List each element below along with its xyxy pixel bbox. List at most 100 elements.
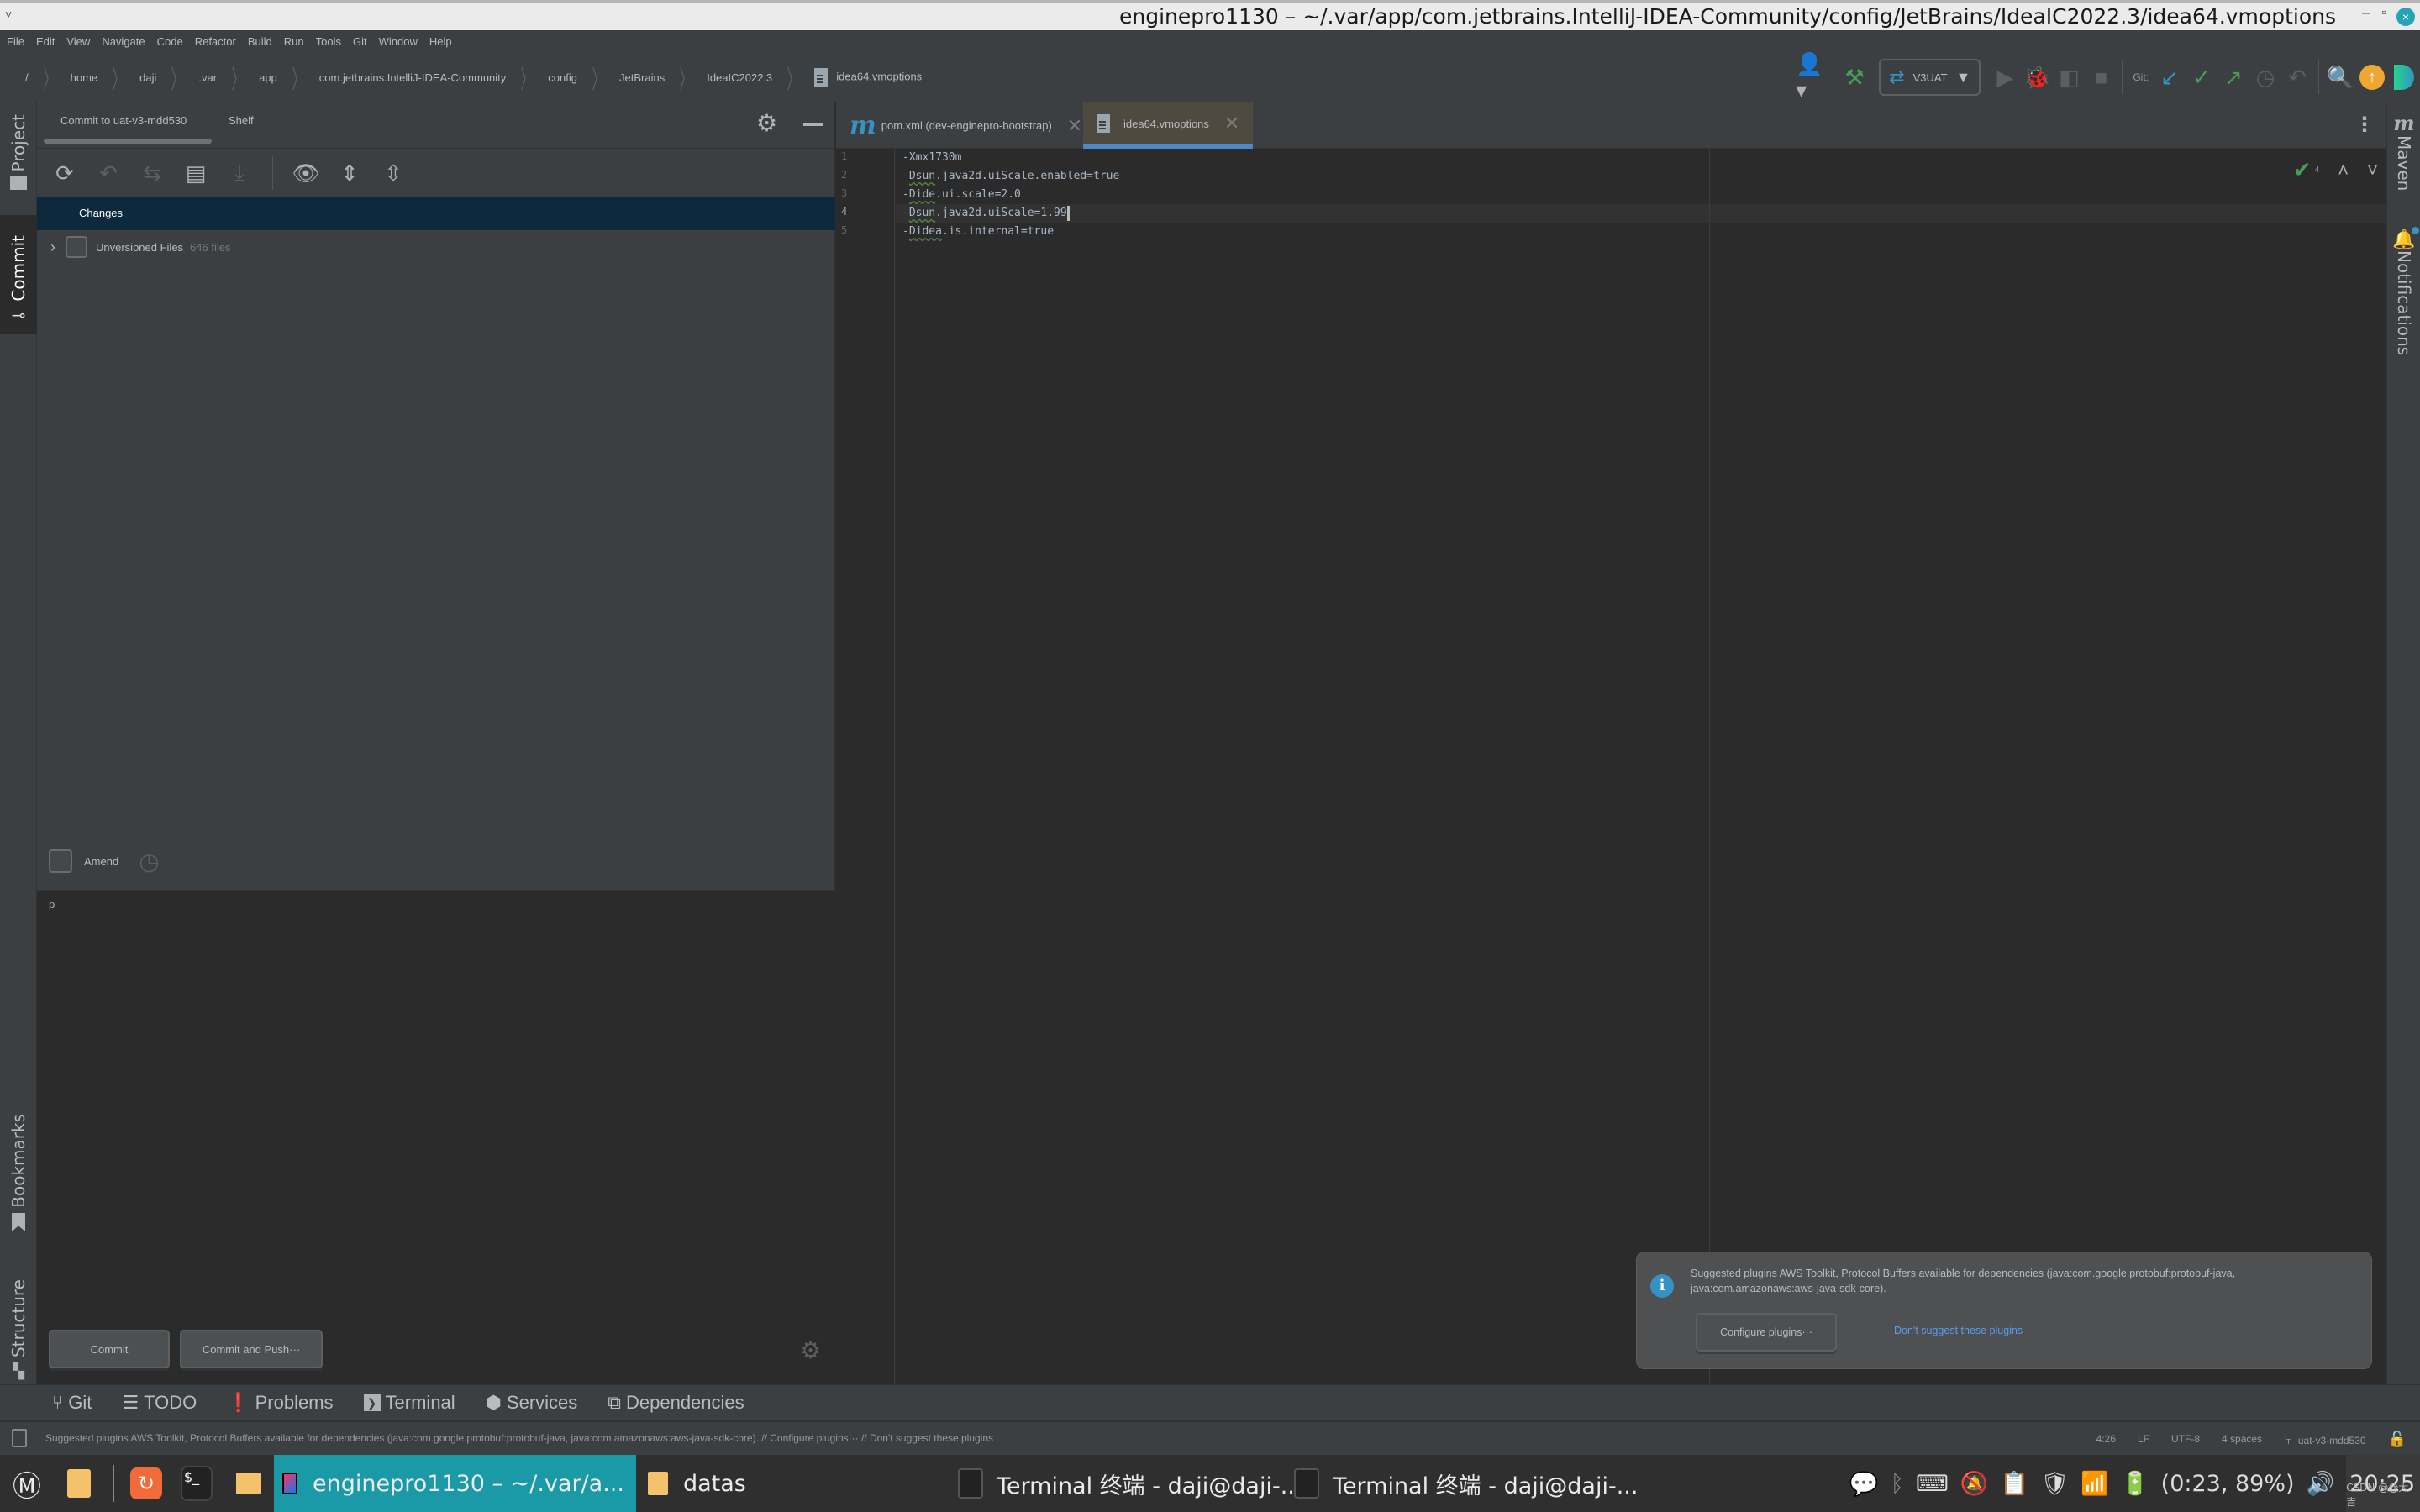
os-menu-logo-icon[interactable]: Ⓜ [0, 1455, 54, 1512]
toggle-tool-windows-icon[interactable] [12, 1429, 27, 1447]
clipboard-alert-icon[interactable]: 📋 [2001, 1470, 2029, 1497]
changelist-icon[interactable]: ▤ [180, 157, 212, 189]
window-menu-chevron-icon[interactable]: ˅ [5, 8, 12, 21]
commit-history-clock-icon[interactable]: ◷ [139, 848, 159, 875]
rollback-icon[interactable]: ↶ [92, 157, 124, 189]
breadcrumb-intellij[interactable]: com.jetbrains.IntelliJ-IDEA-Community [311, 71, 515, 84]
git-rollback-icon[interactable]: ↶ [2281, 61, 2313, 93]
menu-refactor[interactable]: Refactor [195, 35, 236, 48]
minimize-panel-icon[interactable] [803, 123, 823, 126]
taskbar-datas-window[interactable]: datas [636, 1455, 758, 1512]
breadcrumb-config[interactable]: config [539, 71, 586, 84]
amend-checkbox[interactable] [49, 849, 72, 873]
caret-position[interactable]: 4:26 [2096, 1433, 2116, 1445]
tab-shelf[interactable]: Shelf [229, 114, 254, 127]
menu-tools[interactable]: Tools [316, 35, 341, 48]
menu-git[interactable]: Git [353, 35, 367, 48]
breadcrumb-daji[interactable]: daji [131, 71, 165, 84]
commit-button[interactable]: Commit [49, 1330, 170, 1368]
taskbar-terminal-window-1[interactable]: Terminal 终端 - daji@daji-... [958, 1455, 1302, 1512]
tool-tab-bookmarks[interactable]: Bookmarks [0, 1110, 37, 1236]
minimize-button[interactable]: – [2362, 6, 2370, 21]
close-window-button[interactable]: × [2396, 8, 2415, 26]
configure-plugins-button[interactable]: Configure plugins··· [1696, 1313, 1837, 1352]
inspection-ok-check-icon[interactable]: ✔ [2293, 157, 2312, 183]
search-icon[interactable]: 🔍 [2324, 61, 2356, 93]
code-with-me-icon[interactable] [2388, 61, 2420, 93]
menu-window[interactable]: Window [379, 35, 418, 48]
tool-tab-dependencies[interactable]: ⧉ Dependencies [608, 1392, 744, 1414]
more-tabs-kebab-icon[interactable]: ⋮ [2354, 113, 2375, 137]
update-icon[interactable]: ↑ [2356, 61, 2388, 93]
tool-tab-problems[interactable]: ❗ Problems [227, 1392, 333, 1414]
build-hammer-icon[interactable]: ⚒ [1839, 61, 1870, 93]
breadcrumb-var[interactable]: .var [190, 71, 225, 84]
notifications-muted-bell-icon[interactable]: 🔕 [1960, 1470, 1989, 1497]
tool-tab-structure[interactable]: Structure ▚ [0, 1257, 37, 1383]
wechat-icon[interactable]: 💬 [1849, 1470, 1879, 1498]
tool-tab-notifications[interactable]: 🔔 Notifications [2387, 227, 2420, 355]
git-branch-widget[interactable]: ⑂ uat-v3-mdd530 [2284, 1431, 2366, 1448]
run-config-selector[interactable]: ⇄ V3UAT ▼ [1879, 59, 1981, 96]
unversioned-checkbox[interactable] [66, 236, 87, 258]
app-launcher-icon[interactable]: ↻ [123, 1455, 170, 1512]
breadcrumb-file[interactable]: idea64.vmoptions [806, 68, 930, 87]
stop-icon[interactable]: ■ [2085, 61, 2117, 93]
file-manager-launcher-icon[interactable] [224, 1455, 274, 1512]
menu-edit[interactable]: Edit [36, 35, 55, 48]
run-icon[interactable]: ▶ [1989, 61, 2021, 93]
clock[interactable]: 20:25 CSDN @@大吉 [2346, 1455, 2420, 1512]
taskbar-terminal-window-2[interactable]: Terminal 终端 - daji@daji-... [1294, 1455, 1638, 1512]
tab-pom-xml[interactable]: m pom.xml (dev-enginepro-bootstrap) ✕ [836, 102, 1096, 149]
account-icon[interactable]: 👤▾ [1796, 51, 1828, 102]
git-history-icon[interactable]: ◷ [2249, 61, 2281, 93]
collapse-all-icon[interactable]: ⇳ [377, 157, 409, 189]
code-editor[interactable]: -Xmx1730m -Dsun.java2d.uiScale.enabled=t… [896, 149, 2386, 1384]
view-options-eye-icon[interactable]: 👁 [290, 157, 322, 189]
bluetooth-icon[interactable]: ᛒ [1891, 1471, 1904, 1497]
close-tab-icon[interactable]: ✕ [1224, 113, 1239, 134]
taskbar-intellij-window[interactable]: enginepro1130 – ~/.var/a... [274, 1455, 636, 1512]
dont-suggest-link[interactable]: Don't suggest these plugins [1894, 1325, 2023, 1336]
security-shield-icon[interactable]: 🛡 [2040, 1470, 2069, 1497]
commit-message-input[interactable]: p Commit Commit and Push··· ⚙ [37, 890, 835, 1384]
tool-tab-commit[interactable]: Commit ⊸ [0, 215, 37, 334]
close-tab-icon[interactable]: ✕ [1067, 115, 1082, 137]
coverage-icon[interactable]: ◧ [2053, 61, 2085, 93]
changes-node[interactable]: Changes [37, 197, 835, 230]
menu-navigate[interactable]: Navigate [102, 35, 145, 48]
unversioned-files-node[interactable]: › Unversioned Files 646 files [37, 230, 835, 264]
menu-file[interactable]: File [7, 35, 24, 48]
breadcrumb-ideaic[interactable]: IdeaIC2022.3 [698, 71, 781, 84]
wifi-icon[interactable]: 📶 [2081, 1470, 2109, 1497]
menu-code[interactable]: Code [157, 35, 183, 48]
tab-commit[interactable]: Commit to uat-v3-mdd530 [60, 114, 187, 127]
menu-build[interactable]: Build [248, 35, 272, 48]
shelve-download-icon[interactable]: ⤓ [224, 157, 255, 189]
tool-tab-project[interactable]: Project [0, 102, 37, 197]
tool-tab-git[interactable]: ⑂ Git [52, 1392, 92, 1414]
expand-all-icon[interactable]: ⇕ [334, 157, 366, 189]
volume-icon[interactable]: 🔊 [2307, 1470, 2335, 1497]
tool-tab-todo[interactable]: ☰ TODO [122, 1392, 197, 1414]
menu-run[interactable]: Run [284, 35, 304, 48]
git-commit-icon[interactable]: ✓ [2186, 61, 2217, 93]
git-update-icon[interactable]: ↙ [2154, 61, 2186, 93]
breadcrumb-app[interactable]: app [250, 71, 286, 84]
tool-tab-services[interactable]: ⬢ Services [486, 1392, 578, 1414]
show-diff-icon[interactable]: ⇆ [136, 157, 168, 189]
maximize-button[interactable]: ▫ [2381, 6, 2386, 21]
git-push-icon[interactable]: ↗ [2217, 61, 2249, 93]
previous-highlight-chevron-up-icon[interactable]: ˄ [2338, 160, 2349, 181]
terminal-launcher-icon[interactable]: $_ [170, 1455, 224, 1512]
chevron-right-icon[interactable]: › [50, 239, 55, 256]
keyboard-icon[interactable]: ⌨ [1916, 1471, 1949, 1497]
breadcrumb-root[interactable]: / [17, 71, 37, 84]
unlock-icon[interactable]: 🔓 [2388, 1431, 2407, 1448]
battery-status[interactable]: (0:23, 89%) [2161, 1471, 2295, 1497]
indent-setting[interactable]: 4 spaces [2222, 1433, 2262, 1445]
show-desktop-icon[interactable] [54, 1455, 104, 1512]
battery-charging-icon[interactable]: 🔋 [2121, 1470, 2149, 1497]
breadcrumb-jetbrains[interactable]: JetBrains [611, 71, 673, 84]
commit-options-gear-icon[interactable]: ⚙ [800, 1336, 821, 1364]
